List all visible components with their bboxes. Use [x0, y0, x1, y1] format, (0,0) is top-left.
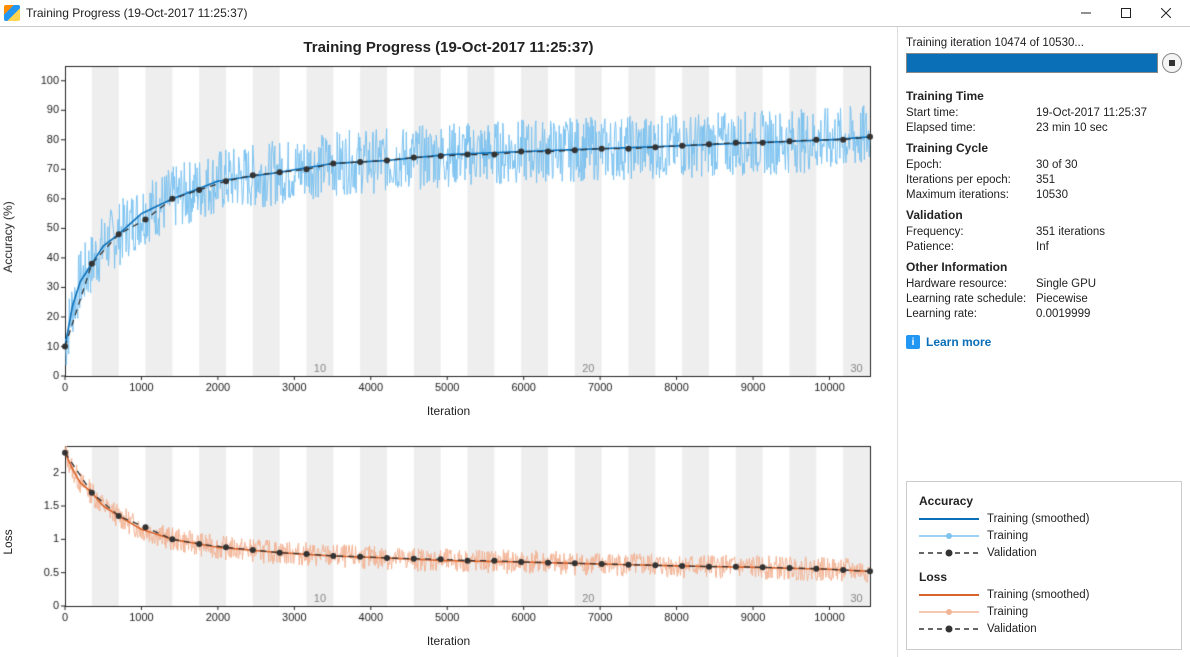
- loss-chart: Loss Iteration: [10, 436, 887, 648]
- hw-value: Single GPU: [1036, 276, 1182, 291]
- hw-label: Hardware resource:: [906, 276, 1036, 291]
- app-icon: [4, 5, 20, 21]
- legend-acc-training-swatch: [919, 529, 979, 543]
- lr-label: Learning rate:: [906, 306, 1036, 321]
- training-cycle-heading: Training Cycle: [906, 141, 1182, 155]
- learn-more-row: i Learn more: [906, 335, 1182, 349]
- legend-loss-validation-swatch: [919, 622, 979, 636]
- maxit-value: 10530: [1036, 187, 1182, 202]
- accuracy-chart: Accuracy (%) Iteration: [10, 56, 887, 418]
- ipe-label: Iterations per epoch:: [906, 172, 1036, 187]
- ipe-value: 351: [1036, 172, 1182, 187]
- patience-value: Inf: [1036, 239, 1182, 254]
- maxit-label: Maximum iterations:: [906, 187, 1036, 202]
- progress-bar: [906, 53, 1158, 73]
- patience-label: Patience:: [906, 239, 1036, 254]
- freq-label: Frequency:: [906, 224, 1036, 239]
- accuracy-canvas: [10, 56, 880, 406]
- epoch-label: Epoch:: [906, 157, 1036, 172]
- start-time-label: Start time:: [906, 105, 1036, 120]
- stop-icon: [1169, 60, 1175, 66]
- legend-loss-training-swatch: [919, 605, 979, 619]
- lr-value: 0.0019999: [1036, 306, 1182, 321]
- window-title: Training Progress (19-Oct-2017 11:25:37): [26, 6, 1066, 20]
- accuracy-ylabel: Accuracy (%): [1, 201, 15, 272]
- learn-more-link[interactable]: Learn more: [926, 335, 991, 349]
- start-time-value: 19-Oct-2017 11:25:37: [1036, 105, 1182, 120]
- legend-loss-smoothed-swatch: [919, 588, 979, 602]
- other-heading: Other Information: [906, 260, 1182, 274]
- loss-xlabel: Iteration: [10, 634, 887, 648]
- loss-canvas: [10, 436, 880, 636]
- legend-acc-validation-swatch: [919, 546, 979, 560]
- freq-value: 351 iterations: [1036, 224, 1182, 239]
- window-titlebar: Training Progress (19-Oct-2017 11:25:37): [0, 0, 1190, 27]
- maximize-button[interactable]: [1106, 1, 1146, 25]
- legend-accuracy-heading: Accuracy: [919, 494, 1169, 508]
- lrs-value: Piecewise: [1036, 291, 1182, 306]
- elapsed-value: 23 min 10 sec: [1036, 120, 1182, 135]
- elapsed-label: Elapsed time:: [906, 120, 1036, 135]
- minimize-button[interactable]: [1066, 1, 1106, 25]
- accuracy-xlabel: Iteration: [10, 404, 887, 418]
- training-time-heading: Training Time: [906, 89, 1182, 103]
- status-text: Training iteration 10474 of 10530...: [906, 37, 1182, 49]
- stop-button[interactable]: [1162, 53, 1182, 73]
- close-button[interactable]: [1146, 1, 1186, 25]
- chart-title: Training Progress (19-Oct-2017 11:25:37): [10, 39, 887, 56]
- charts-panel: Training Progress (19-Oct-2017 11:25:37)…: [0, 27, 897, 657]
- epoch-value: 30 of 30: [1036, 157, 1182, 172]
- legend-box: Accuracy Training (smoothed) Training Va…: [906, 481, 1182, 650]
- info-panel: Training iteration 10474 of 10530... Tra…: [897, 27, 1190, 657]
- validation-heading: Validation: [906, 208, 1182, 222]
- legend-acc-smoothed-swatch: [919, 512, 979, 526]
- info-icon: i: [906, 335, 920, 349]
- loss-ylabel: Loss: [1, 529, 15, 554]
- lrs-label: Learning rate schedule:: [906, 291, 1036, 306]
